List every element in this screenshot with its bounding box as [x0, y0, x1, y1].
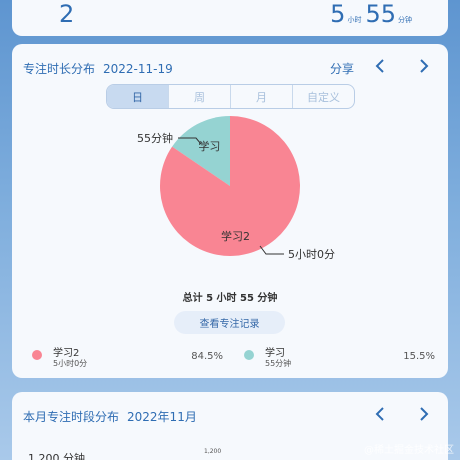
- legend-percent: 84.5%: [191, 351, 223, 362]
- tab-week[interactable]: 周: [169, 85, 231, 108]
- month-tick-label: 1,200: [204, 448, 222, 455]
- watermark: @稀土掘金技术社区: [364, 445, 454, 456]
- month-axis-label: 1,200 分钟: [28, 452, 85, 460]
- legend-duration: 5小时0分: [53, 359, 88, 368]
- focus-pie-chart: 学习学习2 55分钟 5小时0分: [137, 116, 335, 261]
- distribution-title: 专注时长分布: [23, 62, 96, 76]
- legend-dot: [32, 350, 42, 360]
- share-button[interactable]: 分享: [330, 60, 354, 77]
- month-title: 本月专注时段分布: [23, 410, 120, 424]
- next-month-button[interactable]: [414, 404, 434, 424]
- prev-day-button[interactable]: [370, 56, 390, 76]
- period-selector: 日 周 月 自定义: [106, 84, 355, 109]
- minutes-value: 55: [365, 0, 396, 28]
- pie-outer-label: 5小时0分: [288, 248, 335, 261]
- chevron-left-icon: [375, 407, 384, 421]
- pie-slice-label: 学习2: [221, 229, 250, 243]
- total-duration: 5 小时 55 分钟: [330, 0, 416, 28]
- month-header: 本月专注时段分布 2022年11月: [23, 408, 197, 425]
- next-day-button[interactable]: [414, 56, 434, 76]
- pie-slice-label: 学习: [198, 139, 220, 153]
- chevron-right-icon: [420, 59, 429, 73]
- chevron-right-icon: [420, 407, 429, 421]
- focus-count: 2: [59, 0, 75, 28]
- prev-month-button[interactable]: [370, 404, 390, 424]
- tab-day[interactable]: 日: [107, 85, 169, 108]
- total-focus-text: 总计 5 小时 55 分钟: [182, 293, 278, 304]
- legend-percent: 15.5%: [403, 351, 435, 362]
- legend-item: 学习 55分钟 15.5%: [244, 343, 439, 369]
- tab-custom[interactable]: 自定义: [293, 85, 354, 108]
- chevron-left-icon: [375, 59, 384, 73]
- legend-item: 学习2 5小时0分 84.5%: [32, 343, 227, 369]
- view-records-button[interactable]: 查看专注记录: [174, 311, 285, 334]
- hours-unit: 小时: [347, 16, 362, 24]
- legend-dot: [244, 350, 254, 360]
- pie-outer-label: 55分钟: [137, 131, 173, 145]
- legend-label: 学习: [265, 348, 285, 359]
- summary-card: 2 5 小时 55 分钟: [12, 0, 448, 36]
- legend-duration: 55分钟: [265, 359, 292, 368]
- distribution-date: 2022-11-19: [103, 62, 173, 76]
- legend-label: 学习2: [53, 348, 80, 359]
- month-value: 2022年11月: [127, 410, 197, 424]
- distribution-card: 专注时长分布 2022-11-19 分享 日 周 月 自定义 学习 学习2 55分钟 5…: [12, 44, 448, 378]
- tab-month[interactable]: 月: [231, 85, 293, 108]
- distribution-header: 专注时长分布 2022-11-19: [23, 60, 173, 77]
- hours-value: 5: [330, 0, 346, 28]
- minutes-unit: 分钟: [398, 16, 412, 24]
